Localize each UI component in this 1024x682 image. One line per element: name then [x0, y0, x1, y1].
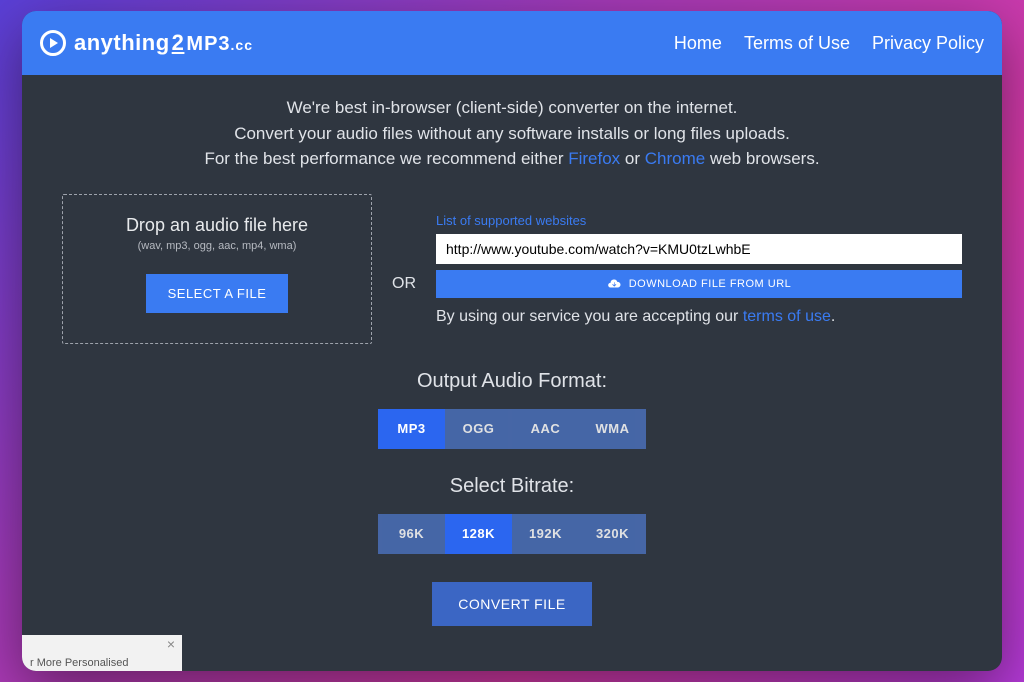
main-content: We're best in-browser (client-side) conv…	[22, 75, 1002, 626]
bitrate-title: Select Bitrate:	[62, 475, 962, 498]
nav: Home Terms of Use Privacy Policy	[674, 33, 984, 54]
input-row: Drop an audio file here (wav, mp3, ogg, …	[62, 194, 962, 344]
logo-word-cc: .cc	[231, 37, 253, 53]
logo-word-mp3: MP3	[186, 33, 230, 55]
nav-privacy[interactable]: Privacy Policy	[872, 33, 984, 54]
intro-line-1: We're best in-browser (client-side) conv…	[62, 95, 962, 121]
or-separator: OR	[392, 275, 416, 293]
bitrate-option-192k[interactable]: 192K	[512, 514, 579, 554]
format-option-aac[interactable]: AAC	[512, 409, 579, 449]
logo-word-2: 2	[172, 30, 185, 55]
terms-text-b: .	[831, 308, 835, 325]
format-title: Output Audio Format:	[62, 370, 962, 393]
logo-text: anything2MP3.cc	[74, 30, 253, 56]
url-input[interactable]	[436, 234, 962, 264]
bitrate-option-320k[interactable]: 320K	[579, 514, 646, 554]
intro-line-3b: web browsers.	[705, 149, 819, 168]
intro-line-2: Convert your audio files without any sof…	[62, 121, 962, 147]
url-column: List of supported websites DOWNLOAD FILE…	[436, 194, 962, 326]
intro-line-3-or: or	[620, 149, 645, 168]
download-from-url-button[interactable]: DOWNLOAD FILE FROM URL	[436, 270, 962, 298]
app-window: anything2MP3.cc Home Terms of Use Privac…	[22, 11, 1002, 671]
ad-overlay: r More Personalised ×	[22, 635, 182, 671]
bitrate-option-128k[interactable]: 128K	[445, 514, 512, 554]
logo[interactable]: anything2MP3.cc	[40, 30, 253, 56]
select-file-button[interactable]: SELECT A FILE	[146, 274, 289, 313]
terms-of-use-link[interactable]: terms of use	[743, 308, 831, 325]
play-circle-icon	[40, 30, 66, 56]
download-button-label: DOWNLOAD FILE FROM URL	[629, 278, 792, 290]
dropzone[interactable]: Drop an audio file here (wav, mp3, ogg, …	[62, 194, 372, 344]
bitrate-option-96k[interactable]: 96K	[378, 514, 445, 554]
supported-websites-link[interactable]: List of supported websites	[436, 213, 586, 228]
header-bar: anything2MP3.cc Home Terms of Use Privac…	[22, 11, 1002, 75]
bitrate-group: 96K128K192K320K	[378, 514, 646, 554]
nav-terms[interactable]: Terms of Use	[744, 33, 850, 54]
close-icon[interactable]: ×	[164, 637, 178, 651]
logo-word-anything: anything	[74, 30, 170, 55]
dropzone-subtitle: (wav, mp3, ogg, aac, mp4, wma)	[73, 240, 361, 252]
intro-line-3: For the best performance we recommend ei…	[62, 146, 962, 172]
intro-text: We're best in-browser (client-side) conv…	[62, 95, 962, 172]
chrome-link[interactable]: Chrome	[645, 149, 705, 168]
cloud-download-icon	[607, 277, 621, 291]
dropzone-title: Drop an audio file here	[73, 215, 361, 236]
format-option-wma[interactable]: WMA	[579, 409, 646, 449]
format-group: MP3OGGAACWMA	[378, 409, 646, 449]
nav-home[interactable]: Home	[674, 33, 722, 54]
convert-row: CONVERT FILE	[62, 582, 962, 626]
firefox-link[interactable]: Firefox	[568, 149, 620, 168]
format-option-ogg[interactable]: OGG	[445, 409, 512, 449]
terms-notice: By using our service you are accepting o…	[436, 308, 962, 326]
format-option-mp3[interactable]: MP3	[378, 409, 445, 449]
convert-file-button[interactable]: CONVERT FILE	[432, 582, 591, 626]
ad-text: r More Personalised	[30, 657, 128, 669]
terms-text-a: By using our service you are accepting o…	[436, 308, 743, 325]
intro-line-3a: For the best performance we recommend ei…	[204, 149, 568, 168]
